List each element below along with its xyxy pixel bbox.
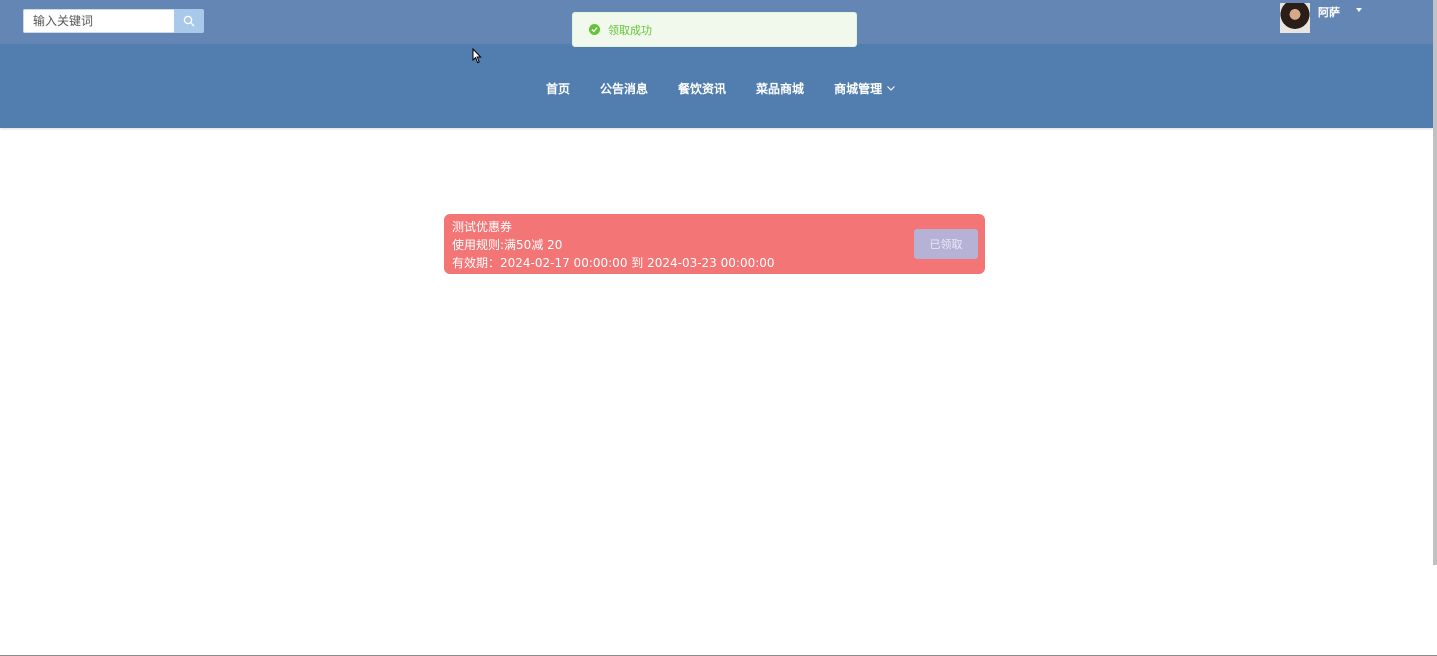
coupon-title: 测试优惠券: [452, 220, 513, 234]
nav-item-label: 首页: [546, 82, 571, 96]
coupon-card: 测试优惠券 使用规则:满50减 20 有效期：2024-02-17 00:00:…: [444, 214, 985, 274]
chevron-down-icon: [887, 86, 895, 91]
nav-item-announcements[interactable]: 公告消息: [600, 80, 648, 97]
success-toast: 领取成功: [572, 12, 857, 47]
search-icon: [183, 15, 195, 27]
nav-item-label: 餐饮资讯: [678, 82, 727, 96]
nav-item-label: 商城管理: [834, 82, 883, 96]
search-button[interactable]: [174, 9, 204, 33]
user-name[interactable]: 阿萨: [1318, 4, 1340, 20]
main-nav: 首页 公告消息 餐饮资讯 菜品商城 商城管理: [546, 80, 925, 97]
nav-item-dining-news[interactable]: 餐饮资讯: [678, 80, 726, 97]
toast-message: 领取成功: [608, 23, 652, 37]
nav-item-label: 菜品商城: [756, 82, 805, 96]
scrollbar[interactable]: [1433, 0, 1437, 565]
coupon-validity: 有效期：2024-02-17 00:00:00 到 2024-03-23 00:…: [452, 256, 775, 270]
nav-item-home[interactable]: 首页: [546, 80, 570, 97]
claimed-button[interactable]: 已领取: [914, 229, 978, 259]
avatar[interactable]: [1280, 3, 1310, 33]
nav-item-label: 公告消息: [600, 82, 649, 96]
check-circle-icon: [589, 24, 600, 35]
search-bar: [23, 9, 204, 33]
user-menu[interactable]: 阿萨: [1280, 3, 1362, 33]
mouse-cursor-icon: [472, 48, 482, 64]
caret-down-icon[interactable]: [1356, 8, 1362, 12]
nav-item-dish-mall[interactable]: 菜品商城: [756, 80, 804, 97]
nav-item-mall-management[interactable]: 商城管理: [834, 80, 895, 97]
search-input[interactable]: [23, 9, 174, 33]
coupon-rule: 使用规则:满50减 20: [452, 238, 563, 252]
